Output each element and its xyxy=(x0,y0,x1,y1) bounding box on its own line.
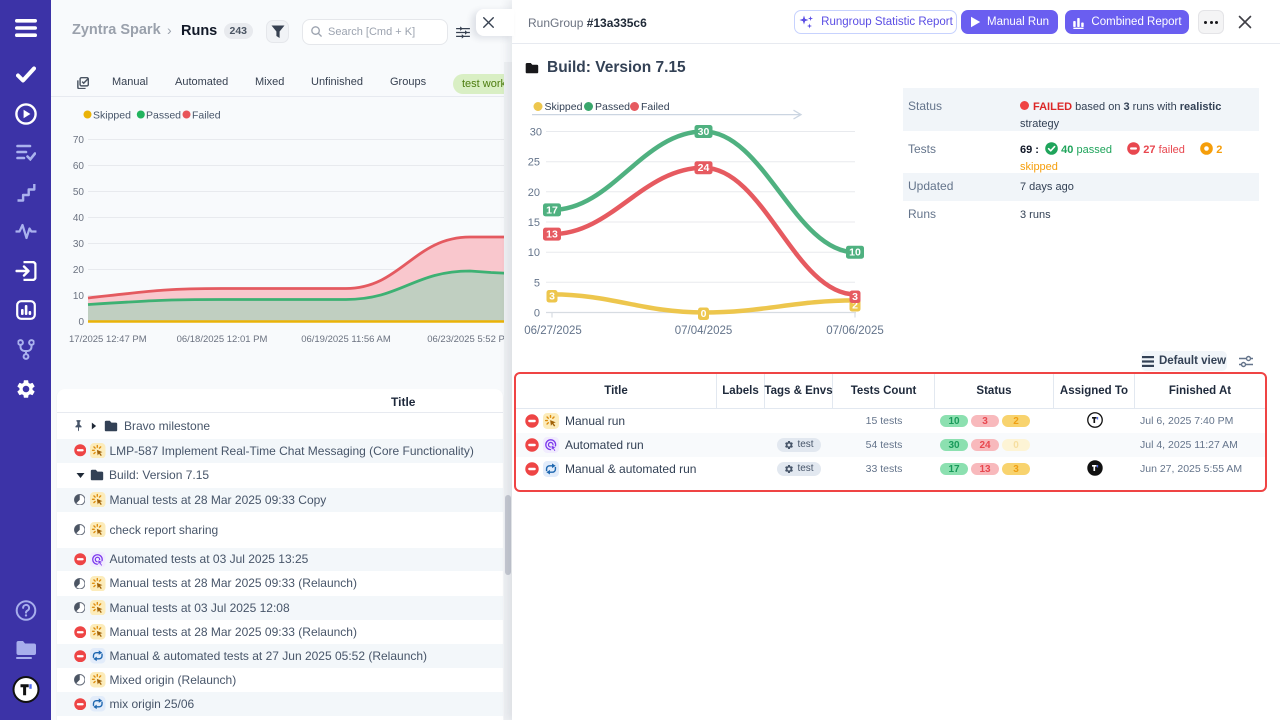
svg-text:15: 15 xyxy=(528,217,540,229)
svg-text:Skipped: Skipped xyxy=(545,101,583,113)
svg-text:40: 40 xyxy=(73,213,85,224)
svg-text:06/18/2025 12:01 PM: 06/18/2025 12:01 PM xyxy=(177,334,268,345)
svg-text:Skipped: Skipped xyxy=(93,110,131,122)
svg-text:Passed: Passed xyxy=(146,110,181,122)
svg-text:0: 0 xyxy=(534,308,540,320)
svg-text:3: 3 xyxy=(549,291,555,303)
svg-text:30: 30 xyxy=(698,126,710,138)
svg-text:17: 17 xyxy=(546,204,558,216)
svg-text:0: 0 xyxy=(701,308,707,320)
svg-text:07/04/2025: 07/04/2025 xyxy=(675,325,733,337)
svg-text:06/27/2025: 06/27/2025 xyxy=(524,325,582,337)
svg-text:5: 5 xyxy=(534,277,540,289)
svg-text:Failed: Failed xyxy=(192,110,221,122)
svg-text:3: 3 xyxy=(852,291,858,303)
svg-text:Failed: Failed xyxy=(641,101,670,113)
svg-text:Passed: Passed xyxy=(595,101,630,113)
svg-text:30: 30 xyxy=(73,239,85,250)
svg-text:60: 60 xyxy=(73,161,85,172)
svg-text:25: 25 xyxy=(528,157,540,169)
svg-text:70: 70 xyxy=(73,135,85,146)
svg-text:07/06/2025: 07/06/2025 xyxy=(826,325,884,337)
svg-text:06/19/2025 11:56 AM: 06/19/2025 11:56 AM xyxy=(301,334,391,345)
svg-text:20: 20 xyxy=(528,187,540,199)
svg-text:24: 24 xyxy=(698,162,710,174)
svg-text:10: 10 xyxy=(528,247,540,259)
svg-text:30: 30 xyxy=(530,127,542,139)
svg-text:13: 13 xyxy=(546,229,558,241)
svg-text:20: 20 xyxy=(73,265,85,276)
svg-text:17/2025 12:47 PM: 17/2025 12:47 PM xyxy=(69,334,147,345)
svg-text:10: 10 xyxy=(73,291,85,302)
svg-text:10: 10 xyxy=(849,247,861,259)
svg-text:0: 0 xyxy=(78,317,84,328)
svg-text:50: 50 xyxy=(73,187,85,198)
svg-text:06/23/2025 5:52 PM: 06/23/2025 5:52 PM xyxy=(427,334,512,345)
